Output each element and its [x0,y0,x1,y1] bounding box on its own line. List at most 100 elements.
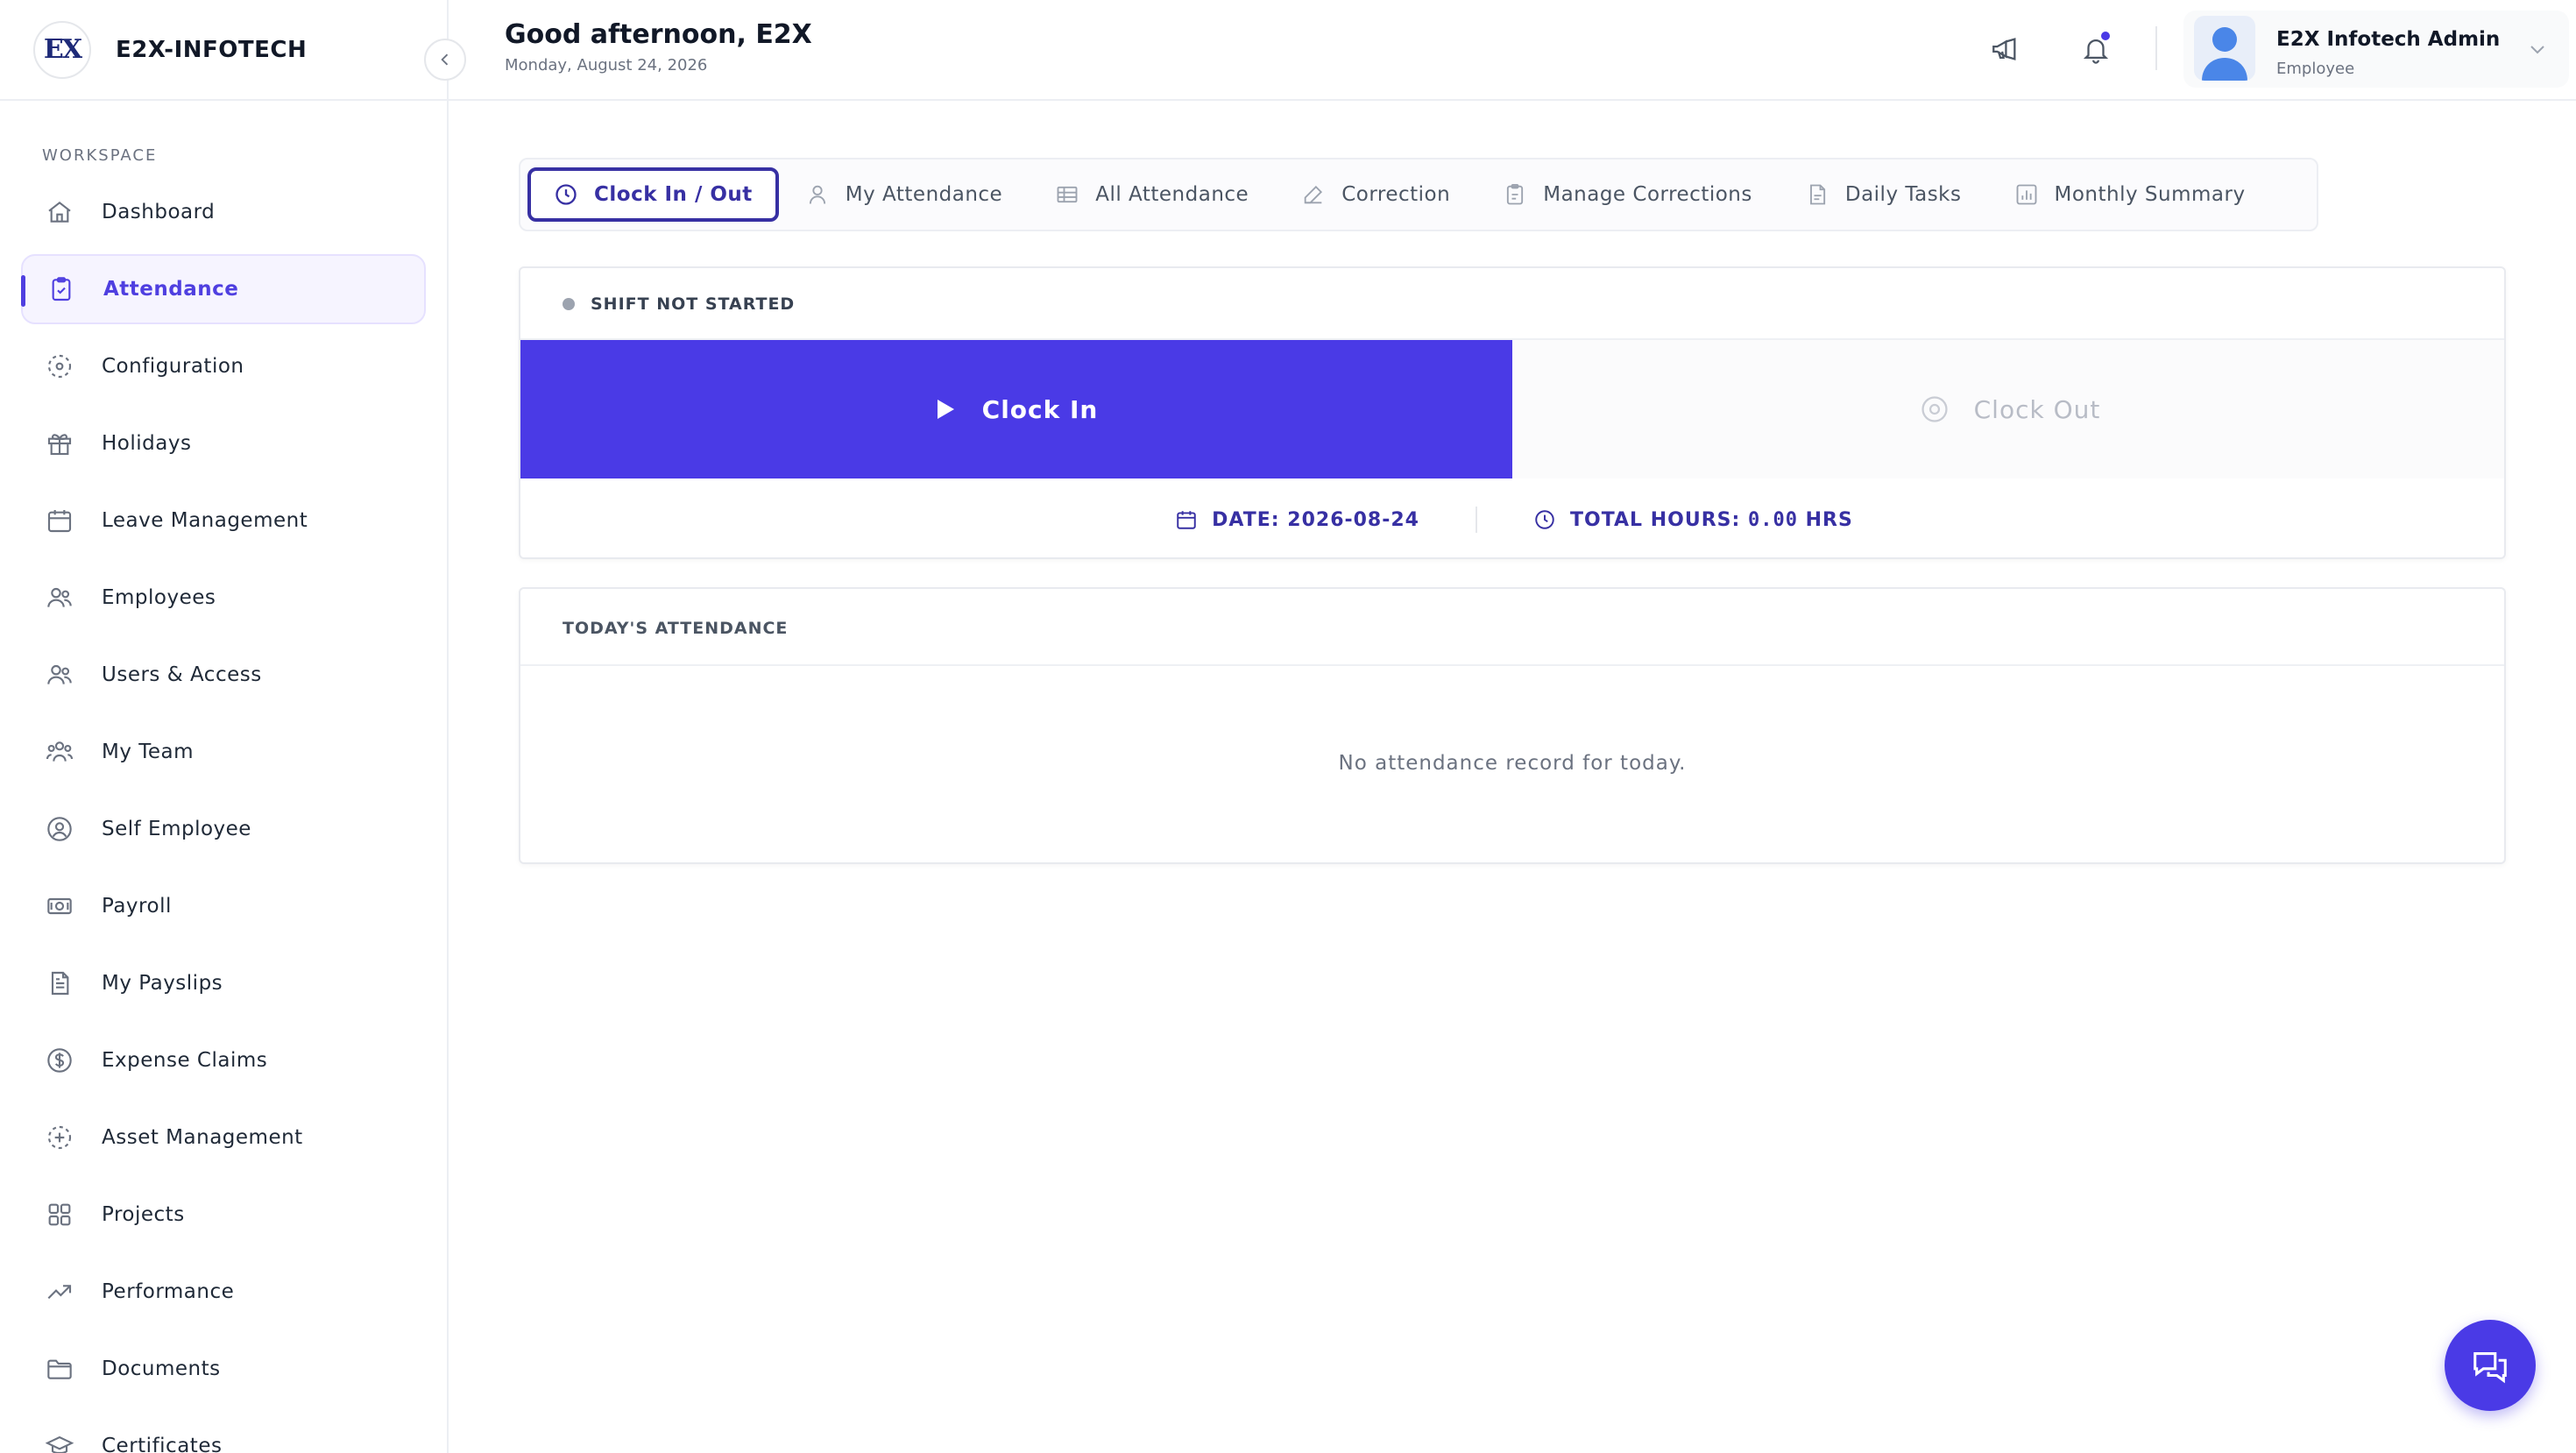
user-name: E2X Infotech Admin [2276,28,2501,51]
folder-icon [44,1353,75,1385]
brand-name: E2X-INFOTECH [116,36,308,63]
clock-in-button[interactable]: Clock In [520,340,1512,478]
edit-icon [1301,182,1326,207]
total-hours-label: TOTAL HOURS: [1570,508,1741,531]
tab-label: Correction [1341,183,1451,206]
sidebar-item-label: My Payslips [102,972,223,995]
chat-button[interactable] [2445,1320,2536,1411]
brand-logo-text: EX [43,34,82,65]
todays-attendance-card: TODAY'S ATTENDANCE No attendance record … [519,587,2506,864]
greeting-title: Good afternoon, E2X [505,19,812,50]
banknote-icon [44,890,75,922]
collapse-sidebar-button[interactable] [424,39,466,81]
tab-label: My Attendance [845,183,1003,206]
top-header: Good afternoon, E2X Monday, August 24, 2… [449,0,2576,101]
sidebar-item-self-employee[interactable]: Self Employee [21,794,426,864]
calendar-icon [44,505,75,536]
megaphone-icon [1992,38,2016,60]
grid-icon [44,1199,75,1230]
chevron-down-icon [2530,46,2544,54]
tab-label: Monthly Summary [2054,183,2246,206]
clock-out-label: Clock Out [1973,394,2101,424]
empty-state-message: No attendance record for today. [1338,752,1687,775]
sidebar-item-projects[interactable]: Projects [21,1180,426,1250]
tab-label: Daily Tasks [1844,183,1962,206]
sidebar-item-expense-claims[interactable]: Expense Claims [21,1025,426,1095]
greeting-date: Monday, August 24, 2026 [505,56,708,74]
user-menu[interactable]: E2X Infotech Admin Employee [2183,11,2569,88]
stop-circle-icon [1920,394,1950,424]
sidebar-item-performance[interactable]: Performance [21,1257,426,1327]
todays-attendance-title: TODAY'S ATTENDANCE [563,619,789,638]
sidebar: EX E2X-INFOTECH WORKSPACE Dashboard Atte… [0,0,449,1453]
clock-icon [554,182,578,207]
tab-correction[interactable]: Correction [1275,167,1476,222]
tab-monthly-summary[interactable]: Monthly Summary [1988,167,2272,222]
sidebar-item-dashboard[interactable]: Dashboard [21,177,426,247]
total-hours-value: 0.00 [1747,508,1798,531]
tab-label: Manage Corrections [1543,183,1752,206]
clock-in-label: Clock In [981,394,1099,424]
sidebar-section-label: WORKSPACE [42,146,158,165]
brand-logo[interactable]: EX [33,20,91,79]
chart-icon [2014,182,2039,207]
user-circle-icon [44,813,75,845]
clock-card: SHIFT NOT STARTED Clock In Clock Out DAT… [519,266,2506,559]
notifications-button[interactable] [2073,26,2119,72]
tab-all-attendance[interactable]: All Attendance [1029,167,1275,222]
home-icon [44,196,75,228]
clipboard-icon [1503,182,1527,207]
tab-my-attendance[interactable]: My Attendance [779,167,1029,222]
clock-icon [1533,508,1556,531]
file-text-icon [44,967,75,999]
sidebar-item-label: Expense Claims [102,1049,268,1072]
sidebar-item-my-payslips[interactable]: My Payslips [21,948,426,1018]
avatar [2194,16,2255,81]
sidebar-item-label: Attendance [103,278,239,301]
shift-status-text: SHIFT NOT STARTED [591,294,796,314]
trending-up-icon [44,1276,75,1308]
announcements-button[interactable] [1982,26,2028,72]
dollar-circle-icon [44,1045,75,1076]
sidebar-item-holidays[interactable]: Holidays [21,408,426,478]
tab-daily-tasks[interactable]: Daily Tasks [1779,167,1988,222]
sidebar-item-asset-management[interactable]: Asset Management [21,1102,426,1173]
sidebar-item-payroll[interactable]: Payroll [21,871,426,941]
sidebar-item-my-team[interactable]: My Team [21,717,426,787]
user-role: Employee [2276,60,2355,78]
sidebar-item-label: Dashboard [102,201,216,223]
sidebar-item-label: Leave Management [102,509,308,532]
tab-clock-in-out[interactable]: Clock In / Out [527,167,779,222]
sidebar-item-employees[interactable]: Employees [21,563,426,633]
clock-actions: Clock In Clock Out [520,338,2504,478]
header-divider [2155,26,2157,70]
shift-status: SHIFT NOT STARTED [563,294,795,314]
clipboard-check-icon [46,273,77,305]
sidebar-item-configuration[interactable]: Configuration [21,331,426,401]
tab-manage-corrections[interactable]: Manage Corrections [1476,167,1779,222]
attendance-tabs: Clock In / Out My Attendance All Attenda… [519,158,2318,231]
sidebar-item-label: Holidays [102,432,192,455]
team-icon [44,736,75,768]
sidebar-item-attendance[interactable]: Attendance [21,254,426,324]
total-hours-unit: HRS [1805,508,1853,531]
sidebar-item-documents[interactable]: Documents [21,1334,426,1404]
clock-out-button[interactable]: Clock Out [1512,340,2504,478]
status-dot [563,298,575,310]
sidebar-item-label: Payroll [102,895,172,918]
clock-meta: DATE: 2026-08-24 TOTAL HOURS: 0.00 HRS [520,480,2504,557]
dashed-circle-icon [44,351,75,382]
sidebar-item-label: Configuration [102,355,244,378]
chat-icon [2473,1352,2507,1384]
notification-dot [2099,30,2112,42]
card-divider [520,664,2504,666]
sidebar-item-certificates[interactable]: Certificates [21,1411,426,1453]
calendar-icon [1175,508,1198,531]
sidebar-item-label: Projects [102,1203,185,1226]
sidebar-item-label: Self Employee [102,818,251,840]
sidebar-item-users-access[interactable]: Users & Access [21,640,426,710]
user-icon [805,182,830,207]
sidebar-item-leave-management[interactable]: Leave Management [21,486,426,556]
play-icon [935,398,956,421]
date-label: DATE: [1212,508,1280,531]
